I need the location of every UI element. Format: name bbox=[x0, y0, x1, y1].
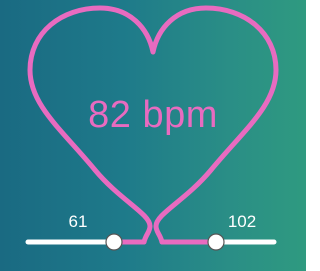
min-range-thumb[interactable] bbox=[105, 233, 123, 251]
max-range-label: 102 bbox=[227, 212, 257, 231]
max-range-thumb[interactable] bbox=[207, 233, 225, 251]
min-range-label: 61 bbox=[68, 212, 88, 231]
heart-rate-widget: 82 bpm 61 102 bbox=[0, 0, 306, 271]
heart-rate-readout: 82 bpm bbox=[88, 94, 218, 136]
